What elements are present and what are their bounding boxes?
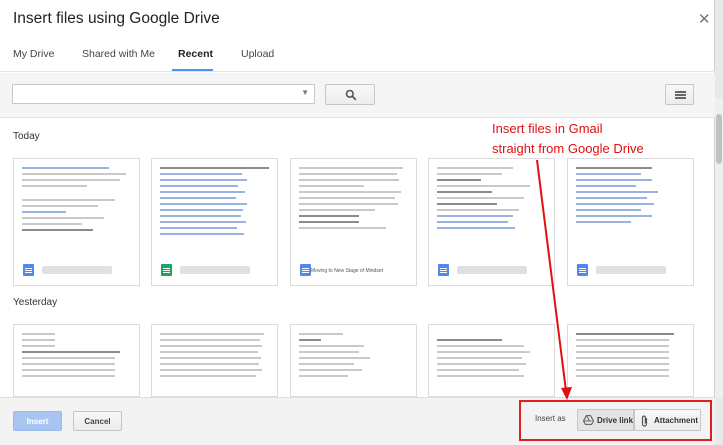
doc-icon	[438, 264, 449, 276]
file-thumbnail[interactable]	[290, 324, 417, 397]
search-input[interactable]: ▼	[12, 84, 315, 104]
doc-icon	[577, 264, 588, 276]
section-today: Today	[13, 131, 40, 142]
insert-files-dialog: Insert files using Google Drive ✕ My Dri…	[0, 0, 715, 445]
sheet-icon	[161, 264, 172, 276]
file-thumbnail[interactable]: Moving to New Stage of Mindset	[290, 158, 417, 286]
doc-icon	[23, 264, 34, 276]
list-view-icon	[675, 91, 686, 93]
close-icon[interactable]: ✕	[698, 10, 711, 28]
tab-upload[interactable]: Upload	[241, 48, 274, 60]
file-thumbnail[interactable]	[428, 158, 555, 286]
scrollbar-thumb[interactable]	[716, 114, 722, 164]
doc-icon	[300, 264, 311, 276]
active-tab-indicator	[172, 69, 213, 71]
file-thumbnail[interactable]	[151, 324, 278, 397]
list-view-button[interactable]	[665, 84, 694, 105]
search-icon	[345, 89, 357, 101]
dialog-title: Insert files using Google Drive	[13, 10, 220, 27]
tab-recent[interactable]: Recent	[178, 48, 213, 60]
tab-bar: My Drive Shared with Me Recent Upload	[0, 42, 715, 72]
section-yesterday: Yesterday	[13, 297, 58, 308]
annotation-highlight-box	[519, 400, 712, 441]
tab-shared-with-me[interactable]: Shared with Me	[82, 48, 155, 60]
cancel-button[interactable]: Cancel	[73, 411, 122, 431]
file-thumbnail[interactable]	[567, 158, 694, 286]
file-thumbnail[interactable]	[567, 324, 694, 397]
file-thumbnail[interactable]	[151, 158, 278, 286]
chevron-down-icon[interactable]: ▼	[301, 88, 309, 97]
file-thumbnail[interactable]	[13, 324, 140, 397]
annotation-text: Insert files in Gmail straight from Goog…	[492, 121, 644, 156]
insert-button[interactable]: Insert	[13, 411, 62, 431]
search-button[interactable]	[325, 84, 375, 105]
file-thumbnail[interactable]	[428, 324, 555, 397]
tab-my-drive[interactable]: My Drive	[13, 48, 54, 60]
file-thumbnail[interactable]	[13, 158, 140, 286]
file-name: Moving to New Stage of Mindset	[311, 268, 383, 274]
